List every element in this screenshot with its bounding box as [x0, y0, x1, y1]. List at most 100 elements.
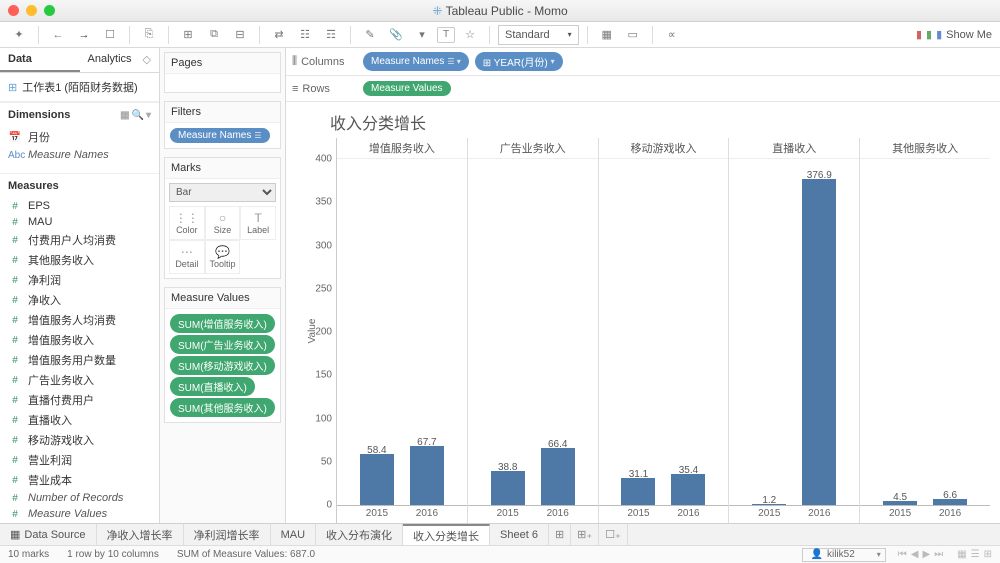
worksheet-tab[interactable]: 收入分布演化	[316, 524, 403, 545]
measure-field[interactable]: #Measure Values	[0, 506, 159, 522]
bar[interactable]	[541, 448, 575, 505]
measure-value-pill[interactable]: SUM(其他服务收入)	[170, 398, 275, 417]
filter-pill-measure-names[interactable]: Measure Names☰	[170, 128, 270, 143]
bar[interactable]	[360, 454, 394, 505]
clear-button[interactable]: ⊟	[229, 24, 251, 46]
new-worksheet-tab[interactable]: ⊞	[549, 524, 571, 545]
mark-label[interactable]: TLabel	[240, 206, 276, 240]
measure-field[interactable]: #Number of Records	[0, 490, 159, 506]
measure-field[interactable]: #直播收入	[0, 410, 159, 430]
measure-value-pill[interactable]: SUM(直播收入)	[170, 377, 255, 396]
presentation-button[interactable]: ▭	[622, 24, 644, 46]
new-story-tab[interactable]: ☐₊	[599, 524, 628, 545]
measure-value-pill[interactable]: SUM(移动游戏收入)	[170, 356, 275, 375]
columns-shelf[interactable]: ⫼Columns Measure Names ☰ ▾⊞ YEAR(月份) ▾	[286, 48, 1000, 76]
datasource-row[interactable]: ⊞工作表1 (陌陌财务数据)	[0, 73, 159, 102]
user-dropdown[interactable]: 👤kilik52	[802, 548, 886, 562]
grid-view-icon[interactable]: ▦	[957, 549, 966, 560]
worksheet-tab[interactable]: 收入分类增长	[403, 524, 490, 545]
measure-field[interactable]: #付费用户人均消费	[0, 230, 159, 250]
measure-field[interactable]: #营业利润	[0, 450, 159, 470]
row-pill[interactable]: Measure Values	[363, 81, 451, 96]
measure-field[interactable]: #营业成本	[0, 470, 159, 490]
filmstrip-view-icon[interactable]: ⊞	[984, 549, 992, 560]
measure-field[interactable]: #增值服务用户数量	[0, 350, 159, 370]
prev-icon[interactable]: ◀	[911, 549, 919, 560]
measure-field[interactable]: #移动游戏收入	[0, 430, 159, 450]
rows-shelf[interactable]: ≡Rows Measure Values	[286, 76, 1000, 102]
tab-analytics[interactable]: Analytics	[80, 48, 160, 72]
back-button[interactable]: ←	[47, 24, 69, 46]
measure-values-card: Measure Values SUM(增值服务收入)SUM(广告业务收入)SUM…	[164, 287, 281, 423]
bar[interactable]	[621, 478, 655, 505]
bar[interactable]	[491, 471, 525, 505]
mark-detail[interactable]: ⋯Detail	[169, 240, 205, 274]
bar[interactable]	[410, 446, 444, 505]
menu-icon[interactable]: ▾	[146, 110, 151, 121]
facet-column: 广告业务收入38.866.420152016	[467, 138, 598, 523]
data-pane: Data Analytics ⊞工作表1 (陌陌财务数据) Dimensions…	[0, 48, 160, 523]
tableau-logo-icon[interactable]: ✦	[8, 24, 30, 46]
dimension-field[interactable]: 📅月份	[0, 127, 159, 147]
facet-column: 直播收入1.2376.920152016	[728, 138, 859, 523]
sheet-nav: ⏮ ◀ ▶ ⏭ ▦ ☰ ⊞	[898, 549, 992, 560]
column-pill[interactable]: ⊞ YEAR(月份) ▾	[475, 52, 563, 71]
worksheet-tab[interactable]: MAU	[271, 524, 316, 545]
share-button[interactable]: ∝	[661, 24, 683, 46]
mark-type-dropdown[interactable]: Bar	[169, 183, 276, 202]
bar[interactable]	[933, 499, 967, 505]
list-view-icon[interactable]: ☰	[971, 549, 980, 560]
bar[interactable]	[752, 504, 786, 505]
bar[interactable]	[802, 179, 836, 505]
mark-size[interactable]: ○Size	[205, 206, 241, 240]
worksheet-tab[interactable]: Sheet 6	[490, 524, 549, 545]
bar[interactable]	[883, 501, 917, 505]
measure-field[interactable]: #增值服务人均消费	[0, 310, 159, 330]
new-dashboard-tab[interactable]: ⊞₊	[571, 524, 599, 545]
labels-button[interactable]: T	[437, 27, 455, 43]
worksheet-tab[interactable]: 净收入增长率	[97, 524, 184, 545]
sort-desc-button[interactable]: ☶	[320, 24, 342, 46]
new-data-button[interactable]: ⎘	[138, 24, 160, 46]
highlight-button[interactable]: ✎	[359, 24, 381, 46]
measure-field[interactable]: #EPS	[0, 198, 159, 214]
measure-field[interactable]: #其他服务收入	[0, 250, 159, 270]
dimension-field[interactable]: AbcMeasure Names	[0, 147, 159, 163]
totals-button[interactable]: ▾	[411, 24, 433, 46]
save-button[interactable]: ☐	[99, 24, 121, 46]
measure-field[interactable]: #直播付费用户	[0, 390, 159, 410]
measure-field[interactable]: #净收入	[0, 290, 159, 310]
measure-value-pill[interactable]: SUM(增值服务收入)	[170, 314, 275, 333]
measure-field[interactable]: #净利润	[0, 270, 159, 290]
tab-data[interactable]: Data	[0, 48, 80, 72]
next-icon[interactable]: ▶	[922, 549, 930, 560]
worksheet-tab[interactable]: 净利润增长率	[184, 524, 271, 545]
pin-button[interactable]: ☆	[459, 24, 481, 46]
duplicate-button[interactable]: ⧉	[203, 24, 225, 46]
show-me-button[interactable]: ▮▮▮ Show Me	[916, 28, 992, 41]
sort-asc-button[interactable]: ☷	[294, 24, 316, 46]
measure-field[interactable]: #广告业务收入	[0, 370, 159, 390]
bar[interactable]	[671, 474, 705, 505]
fit-dropdown[interactable]: Standard▾	[498, 25, 579, 45]
group-button[interactable]: 📎	[385, 24, 407, 46]
chart-title[interactable]: 收入分类增长	[296, 108, 990, 138]
measure-value-pill[interactable]: SUM(广告业务收入)	[170, 335, 275, 354]
first-icon[interactable]: ⏮	[898, 549, 907, 560]
view-icon[interactable]: ▦	[120, 110, 129, 121]
cards-button[interactable]: ▦	[596, 24, 618, 46]
search-icon[interactable]: 🔍	[132, 110, 144, 121]
last-icon[interactable]: ⏭	[934, 549, 943, 560]
pages-title: Pages	[165, 53, 280, 74]
y-tick-label: 50	[321, 456, 332, 467]
mark-color[interactable]: ⋮⋮Color	[169, 206, 205, 240]
mark-tooltip[interactable]: 💬Tooltip	[205, 240, 241, 274]
datasource-tab[interactable]: ▦ Data Source	[0, 524, 97, 545]
column-pill[interactable]: Measure Names ☰ ▾	[363, 52, 469, 71]
new-worksheet-button[interactable]: ⊞	[177, 24, 199, 46]
measure-field[interactable]: #增值服务收入	[0, 330, 159, 350]
measure-field[interactable]: #MAU	[0, 214, 159, 230]
swap-button[interactable]: ⇄	[268, 24, 290, 46]
forward-button[interactable]: →	[73, 24, 95, 46]
x-tick-label: 2015	[491, 508, 525, 519]
